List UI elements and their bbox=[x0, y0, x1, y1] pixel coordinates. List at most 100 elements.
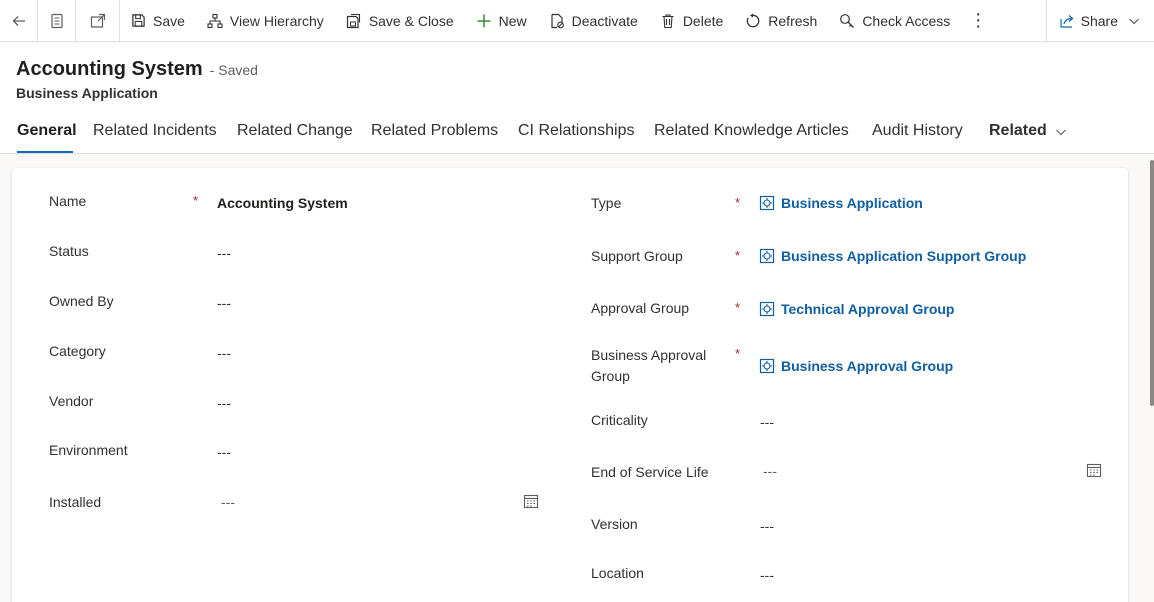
trash-icon bbox=[662, 13, 674, 28]
save-button[interactable]: Save bbox=[120, 0, 196, 42]
refresh-button[interactable]: Refresh bbox=[734, 0, 828, 42]
check-access-button[interactable]: Check Access bbox=[828, 0, 961, 42]
vendor-label: Vendor bbox=[49, 393, 94, 409]
criticality-field[interactable]: --- bbox=[760, 414, 774, 430]
business-approval-group-label: Business Approval Group bbox=[591, 345, 706, 387]
calendar-icon[interactable] bbox=[1086, 462, 1102, 478]
new-button[interactable]: New bbox=[465, 0, 538, 42]
header-divider bbox=[0, 153, 1154, 154]
save-status: - Saved bbox=[209, 62, 258, 78]
document-icon bbox=[50, 13, 63, 28]
label-line-1: Business Approval bbox=[591, 347, 707, 363]
support-group-label: Support Group bbox=[591, 248, 683, 264]
deactivate-icon bbox=[551, 13, 564, 28]
type-label: Type bbox=[591, 195, 622, 211]
installed-date-field[interactable]: --- bbox=[221, 494, 235, 510]
approval-group-lookup-value: Technical Approval Group bbox=[781, 301, 955, 317]
open-in-new-window-icon bbox=[90, 13, 105, 28]
required-indicator: * bbox=[735, 346, 741, 361]
support-group-lookup-value: Business Application Support Group bbox=[781, 248, 1027, 264]
view-hierarchy-label: View Hierarchy bbox=[229, 12, 324, 29]
refresh-label: Refresh bbox=[768, 12, 818, 29]
end-of-service-life-label: End of Service Life bbox=[591, 464, 709, 480]
title-row: Accounting System - Saved bbox=[16, 58, 258, 81]
tab-related[interactable]: Related bbox=[989, 119, 1067, 153]
tab-related-label: Related bbox=[989, 122, 1047, 139]
tab-related-knowledge-articles[interactable]: Related Knowledge Articles bbox=[654, 119, 849, 153]
tab-related-change[interactable]: Related Change bbox=[237, 119, 353, 153]
save-label: Save bbox=[153, 12, 185, 29]
delete-button[interactable]: Delete bbox=[649, 0, 734, 42]
more-icon: ⋮ bbox=[969, 10, 988, 30]
open-new-window-button[interactable] bbox=[76, 0, 120, 42]
type-lookup-value: Business Application bbox=[781, 195, 923, 211]
status-field[interactable]: --- bbox=[217, 245, 231, 261]
view-hierarchy-button[interactable]: View Hierarchy bbox=[196, 0, 335, 42]
share-label: Share bbox=[1080, 13, 1118, 29]
tab-related-problems[interactable]: Related Problems bbox=[371, 119, 498, 153]
entity-record-icon bbox=[759, 195, 775, 211]
check-access-label: Check Access bbox=[862, 12, 951, 29]
criticality-label: Criticality bbox=[591, 412, 648, 428]
save-close-label: Save & Close bbox=[368, 12, 454, 29]
approval-group-lookup[interactable]: Technical Approval Group bbox=[759, 301, 954, 317]
environment-label: Environment bbox=[49, 442, 128, 458]
required-indicator: * bbox=[735, 248, 741, 263]
required-indicator: * bbox=[193, 193, 199, 208]
location-field[interactable]: --- bbox=[760, 567, 774, 583]
chevron-down-icon bbox=[1129, 18, 1139, 25]
business-approval-group-lookup[interactable]: Business Approval Group bbox=[759, 358, 953, 374]
owned-by-label: Owned By bbox=[49, 293, 114, 309]
status-label: Status bbox=[49, 243, 89, 259]
command-bar: Save View Hierarchy Save & Close New Dea… bbox=[0, 0, 1154, 42]
general-section: Name * Accounting System Status --- Owne… bbox=[12, 168, 1128, 602]
tab-ci-relationships[interactable]: CI Relationships bbox=[518, 119, 635, 153]
location-label: Location bbox=[591, 565, 644, 581]
delete-label: Delete bbox=[682, 12, 724, 29]
save-close-button[interactable]: Save & Close bbox=[335, 0, 465, 42]
refresh-icon bbox=[747, 13, 760, 27]
name-field[interactable]: Accounting System bbox=[217, 195, 348, 211]
record-header: Accounting System - Saved Business Appli… bbox=[0, 43, 1154, 154]
version-field[interactable]: --- bbox=[760, 518, 774, 534]
end-of-service-life-date-field[interactable]: --- bbox=[763, 463, 777, 479]
tab-audit-history[interactable]: Audit History bbox=[872, 119, 963, 153]
vertical-scrollbar[interactable] bbox=[1150, 160, 1154, 406]
back-button[interactable] bbox=[0, 0, 38, 42]
deactivate-button[interactable]: Deactivate bbox=[538, 0, 649, 42]
business-approval-group-lookup-value: Business Approval Group bbox=[781, 358, 954, 374]
calendar-icon[interactable] bbox=[523, 493, 539, 509]
new-label: New bbox=[498, 12, 527, 29]
category-field[interactable]: --- bbox=[217, 345, 231, 361]
deactivate-label: Deactivate bbox=[571, 12, 638, 29]
tab-general[interactable]: General bbox=[17, 119, 77, 153]
hierarchy-icon bbox=[207, 13, 223, 28]
approval-group-label: Approval Group bbox=[591, 300, 690, 316]
save-close-icon bbox=[346, 13, 360, 28]
more-commands-button[interactable]: ⋮ bbox=[961, 0, 995, 42]
type-lookup[interactable]: Business Application bbox=[759, 195, 923, 211]
support-group-lookup[interactable]: Business Application Support Group bbox=[759, 248, 1026, 264]
entity-record-icon bbox=[759, 248, 775, 264]
key-search-icon bbox=[840, 13, 855, 28]
share-icon bbox=[1060, 15, 1074, 28]
vendor-field[interactable]: --- bbox=[217, 395, 231, 411]
entity-record-icon bbox=[759, 301, 775, 317]
share-button[interactable]: Share bbox=[1045, 0, 1154, 42]
version-label: Version bbox=[591, 516, 638, 532]
required-indicator: * bbox=[735, 300, 741, 315]
environment-field[interactable]: --- bbox=[217, 444, 231, 460]
label-line-2: Group bbox=[591, 368, 630, 384]
record-title: Accounting System bbox=[16, 58, 203, 80]
installed-label: Installed bbox=[49, 494, 102, 510]
name-label: Name bbox=[49, 193, 87, 209]
tab-related-incidents[interactable]: Related Incidents bbox=[93, 119, 217, 153]
plus-icon bbox=[477, 14, 491, 27]
required-indicator: * bbox=[735, 195, 741, 210]
owned-by-field[interactable]: --- bbox=[217, 295, 231, 311]
entity-name: Business Application bbox=[16, 85, 158, 101]
category-label: Category bbox=[49, 343, 106, 359]
back-arrow-icon bbox=[12, 15, 25, 26]
form-selector-button[interactable] bbox=[38, 0, 76, 42]
chevron-down-icon bbox=[1055, 129, 1066, 136]
